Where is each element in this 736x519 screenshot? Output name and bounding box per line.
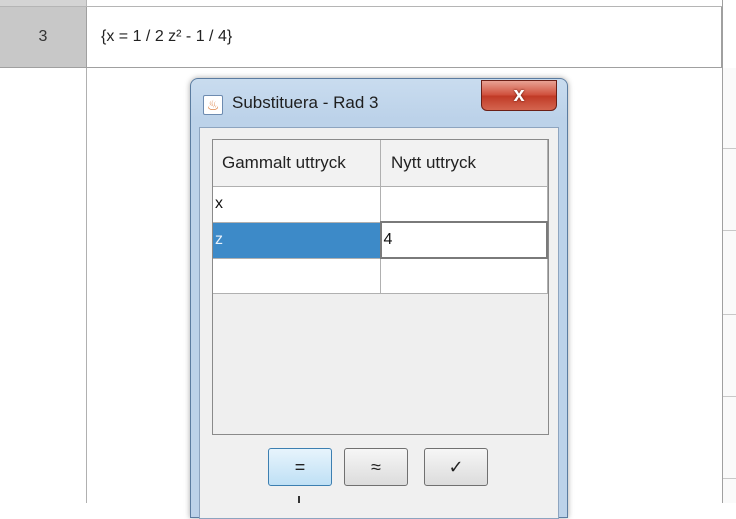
dialog-titlebar[interactable]: ♨ Substituera - Rad 3 x xyxy=(191,79,567,127)
dialog-title: Substituera - Rad 3 xyxy=(232,93,379,112)
new-expression-cell[interactable] xyxy=(380,186,548,223)
numeric-substitute-button[interactable]: ≈ xyxy=(344,448,408,486)
close-icon: x xyxy=(513,84,525,106)
dialog-content: Gammalt uttryck Nytt uttryck x z 4 = ≈ ✓ xyxy=(199,127,559,519)
old-expression-cell[interactable]: x xyxy=(213,186,381,223)
substitution-table-scrollpane[interactable]: Gammalt uttryck Nytt uttryck x z 4 xyxy=(212,139,549,435)
close-button[interactable]: x xyxy=(481,80,557,111)
substitute-button[interactable]: = xyxy=(268,448,332,486)
table-row[interactable]: x xyxy=(213,186,548,223)
table-row-selected[interactable]: z 4 xyxy=(213,221,548,259)
old-expression-cell[interactable] xyxy=(213,258,381,294)
keep-input-button[interactable]: ✓ xyxy=(424,448,488,486)
new-expression-input[interactable]: 4 xyxy=(379,221,548,259)
column-header-new-expression[interactable]: Nytt uttryck xyxy=(380,140,548,187)
empty-row-number-column xyxy=(0,68,87,503)
old-expression-cell[interactable]: z xyxy=(213,222,381,259)
substitute-dialog: ♨ Substituera - Rad 3 x Gammalt uttryck … xyxy=(190,78,568,519)
divider-line xyxy=(723,314,736,315)
cursor-mark xyxy=(298,496,300,503)
side-panel-edge xyxy=(723,68,736,503)
table-row[interactable] xyxy=(213,258,548,294)
cas-row-previous xyxy=(0,0,722,7)
divider-line xyxy=(723,148,736,149)
substitution-table[interactable]: Gammalt uttryck Nytt uttryck x z 4 xyxy=(213,140,548,294)
row-expression[interactable]: {x = 1 / 2 z² - 1 / 4} xyxy=(87,7,722,67)
row-number-label[interactable]: 3 xyxy=(0,7,87,67)
column-header-old-expression[interactable]: Gammalt uttryck xyxy=(213,140,381,187)
java-coffee-icon: ♨ xyxy=(203,95,223,115)
row-number-cell xyxy=(0,0,87,6)
divider-line xyxy=(723,230,736,231)
divider-line xyxy=(723,396,736,397)
cas-row-3[interactable]: 3 {x = 1 / 2 z² - 1 / 4} xyxy=(0,7,722,68)
dialog-button-row: = ≈ ✓ xyxy=(200,448,558,488)
table-header-row: Gammalt uttryck Nytt uttryck xyxy=(213,140,548,187)
new-expression-cell[interactable] xyxy=(380,258,548,294)
divider-line xyxy=(723,478,736,479)
